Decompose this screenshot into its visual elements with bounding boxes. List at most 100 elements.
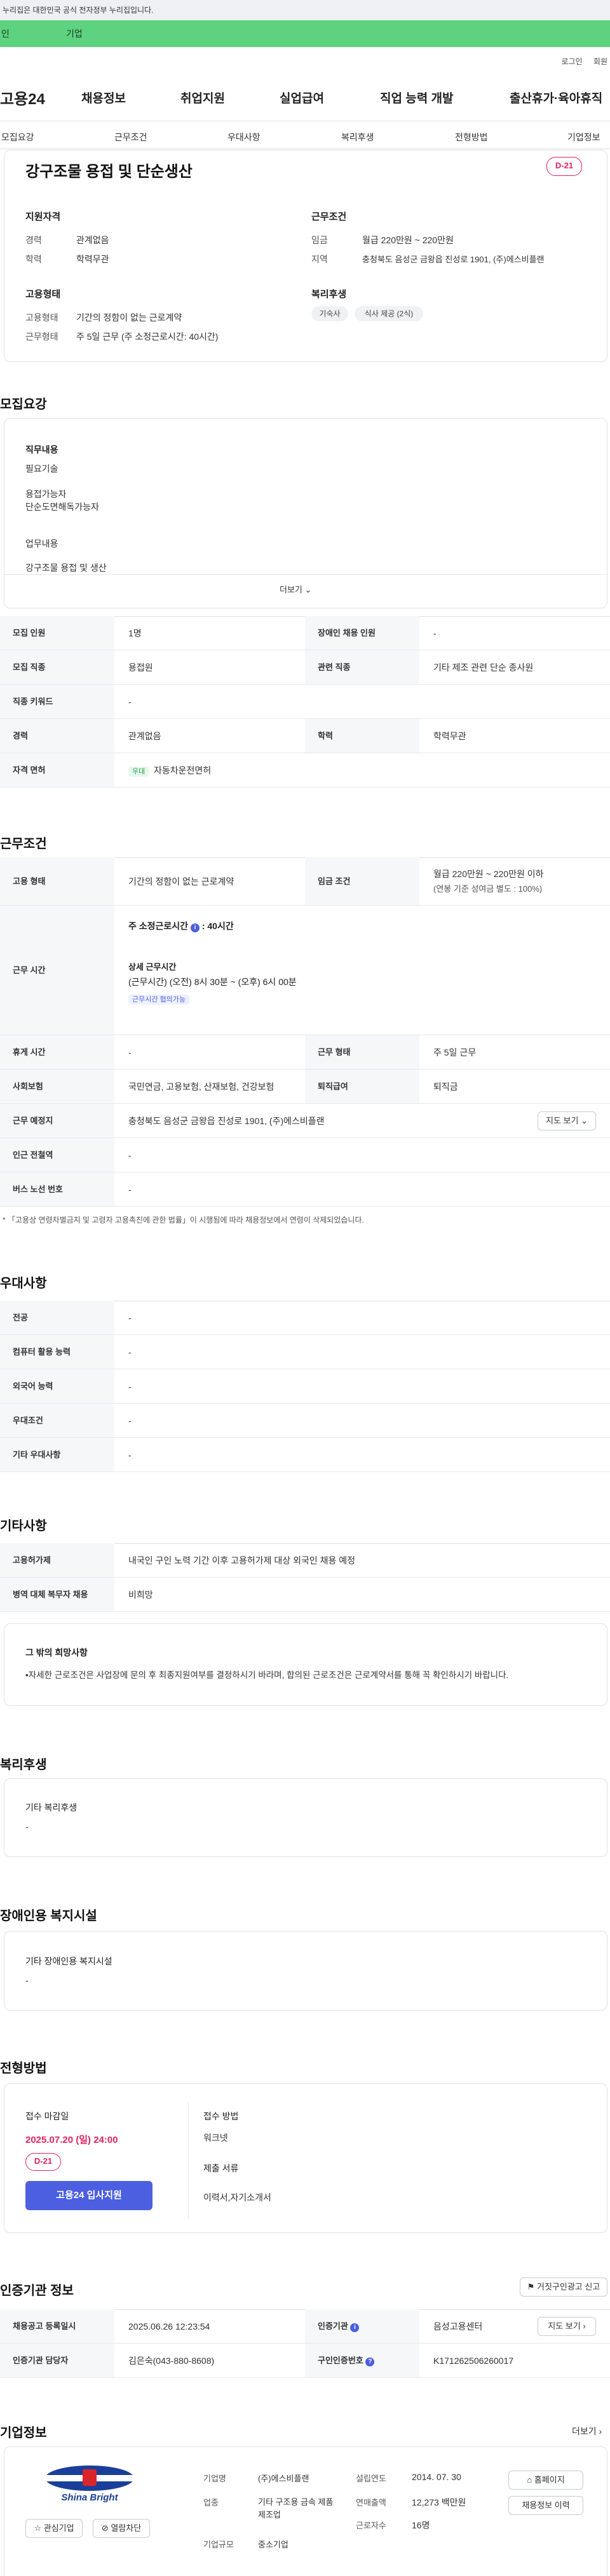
est-label: 설립연도 — [356, 2474, 386, 2483]
section-disabled-title: 장애인용 복지시설 — [0, 1909, 97, 1923]
chevron-right-icon: › — [599, 2426, 602, 2436]
subtab-process[interactable]: 전형방법 — [455, 131, 488, 144]
job-history-button[interactable]: 채용정보 이력 — [508, 2496, 583, 2515]
row-label: 채용공고 등록일시 — [0, 2309, 114, 2343]
row-label: 근무 형태 — [305, 1035, 419, 1069]
subtab-recruit[interactable]: 모집요강 — [1, 131, 34, 144]
row-value: 음성고용센터 — [433, 2321, 483, 2331]
gnb-item-jobs[interactable]: 채용정보 — [81, 89, 126, 106]
site-logo[interactable]: 고용24 — [0, 86, 45, 109]
join-link[interactable]: 회원 — [593, 57, 607, 66]
table-row: 모집 인원 1명 장애인 채용 인원 - — [0, 616, 610, 650]
duty-line: 필요기술 — [25, 464, 58, 474]
row-value: 용접원 — [128, 662, 153, 673]
table-row: 컴퓨터 활용 능력 - — [0, 1335, 610, 1369]
benefit-title: 기타 복리후생 — [25, 1802, 78, 1813]
subtab-welfare[interactable]: 복리후생 — [341, 131, 374, 144]
benefit-value: - — [25, 1821, 29, 1832]
duty-title: 직무내용 — [25, 445, 58, 455]
section-pref-title: 우대사항 — [0, 1277, 47, 1291]
table-row: 사회보험 국민연금, 고용보험, 산재보험, 건강보험 퇴직급여 퇴직금 — [0, 1070, 610, 1104]
row-value: 주 5일 근무 — [433, 1047, 477, 1057]
row-value: 김은숙(043-880-8608) — [128, 2356, 215, 2366]
disabled-card — [4, 1931, 607, 2011]
row-value: 월급 220만원 ~ 220만원 이하 (연봉 기준 성여금 별도 : 100%) — [433, 866, 544, 897]
row-label: 기타 우대사항 — [0, 1438, 114, 1472]
benefit-card — [4, 1778, 607, 1857]
row-value: 내국인 구인 노력 기간 이후 고용허가제 대상 외국인 채용 예정 — [128, 1555, 356, 1566]
employees-label: 근로자수 — [356, 2521, 386, 2530]
info-icon[interactable]: i — [190, 923, 200, 932]
row-value: 국민연금, 고용보험, 산재보험, 건강보험 — [128, 1082, 274, 1092]
hours-main: 주 소정근로시간 i : 40시간 — [128, 920, 234, 932]
worktype-label: 근무형태 — [25, 332, 58, 342]
apply-button[interactable]: 고용24 입사지원 — [25, 2181, 152, 2210]
more-button[interactable]: 더보기 ⌄ — [280, 583, 311, 595]
row-label: 버스 노선 번호 — [0, 1172, 114, 1206]
deadline-value: 2025.07.20 (일) 24:00 — [25, 2135, 118, 2145]
row-label: 인증기관 담당자 — [0, 2344, 114, 2377]
map-button[interactable]: 지도 보기 ⌄ — [538, 1111, 596, 1130]
docs-value: 이력서,자기소개서 — [203, 2192, 271, 2203]
tab-company[interactable]: 기업 — [66, 20, 83, 47]
info-icon[interactable]: i — [350, 2323, 360, 2332]
docs-label: 제출 서류 — [203, 2163, 239, 2173]
help-icon[interactable]: ? — [365, 2358, 375, 2366]
duty-card — [4, 418, 607, 608]
gnb-item-unemployment[interactable]: 실업급여 — [280, 89, 324, 106]
cert-map-button[interactable]: 지도 보기 › — [538, 2317, 596, 2336]
row-value: 기간의 정함이 없는 근로계약 — [128, 876, 234, 887]
report-button[interactable]: ⚑ 거짓구인광고 신고 — [520, 2277, 607, 2297]
gov-banner: 누리집은 대한민국 공식 전자정부 누리집입니다. — [0, 0, 610, 20]
disabled-value: - — [25, 1975, 29, 1985]
row-value: 우대 자동차운전면허 — [128, 753, 211, 789]
table-row: 경력 관계없음 학력 학력무관 — [0, 719, 610, 753]
row-value: 2025.06.26 12:23:54 — [128, 2321, 210, 2331]
homepage-button[interactable]: ⌂ 홈페이지 — [508, 2471, 583, 2490]
row-label: 인증기관 i — [305, 2309, 419, 2343]
row-label: 모집 인원 — [0, 616, 114, 650]
table-row: 모집 직종 용접원 관련 직종 기타 제조 관련 단순 종사원 — [0, 650, 610, 685]
process-dday-badge: D-21 — [25, 2153, 61, 2171]
login-link[interactable]: 로그인 — [561, 57, 582, 66]
row-label: 고용 형태 — [0, 857, 114, 905]
table-row: 직종 키워드 - — [0, 685, 610, 719]
row-label: 우대조건 — [0, 1404, 114, 1437]
hours-main-label: 주 소정근로시간 — [128, 921, 189, 931]
process-card — [4, 2083, 607, 2233]
org-label: 인증기관 — [318, 2321, 348, 2331]
method-value: 워크넷 — [203, 2133, 228, 2143]
company-more-link[interactable]: 더보기 › — [572, 2425, 602, 2438]
company-logo-text: Shina Bright — [61, 2492, 118, 2502]
user-type-bar: 인 기업 — [0, 20, 610, 47]
row-value: - — [128, 1416, 132, 1426]
tab-individual[interactable]: 인 — [1, 20, 10, 47]
welfare-title: 복리후생 — [311, 289, 347, 300]
cert-map-label: 지도 보기 — [548, 2321, 581, 2331]
subtab-preference[interactable]: 우대사항 — [227, 131, 261, 144]
other-card — [4, 1623, 607, 1706]
subtab-conditions[interactable]: 근무조건 — [114, 131, 147, 144]
row-value: - — [128, 1381, 132, 1392]
employees-value: 16명 — [412, 2520, 430, 2530]
gnb-item-training[interactable]: 직업 능력 개발 — [380, 89, 453, 106]
row-label: 모집 직종 — [0, 650, 114, 684]
chevron-right-icon: › — [583, 2321, 586, 2331]
flag-icon: ⚑ — [527, 2282, 535, 2291]
table-row: 인근 전철역 - — [0, 1138, 610, 1172]
table-row: 고용허가제 내국인 구인 노력 기간 이후 고용허가제 대상 외국인 채용 예정 — [0, 1543, 610, 1578]
method-label: 접수 방법 — [203, 2111, 239, 2121]
duty-line: 강구조물 용접 및 생산 — [25, 563, 107, 573]
subtab-company[interactable]: 기업정보 — [567, 131, 600, 144]
row-label: 휴게 시간 — [0, 1035, 114, 1069]
row-value: 학력무관 — [433, 731, 466, 741]
block-button[interactable]: ⊘ 열람차단 — [93, 2519, 150, 2538]
row-label: 근무 시간 — [0, 906, 114, 1035]
gnb-item-leave[interactable]: 출산휴가·육아휴직 — [510, 89, 602, 106]
table-row: 전공 - — [0, 1301, 610, 1335]
preferred-badge: 우대 — [128, 767, 149, 777]
gnb-item-employment-support[interactable]: 취업지원 — [180, 89, 225, 106]
row-value: 퇴직금 — [433, 1082, 458, 1092]
industry-label: 업종 — [203, 2498, 219, 2507]
favorite-button[interactable]: ☆ 관심기업 — [25, 2519, 83, 2538]
